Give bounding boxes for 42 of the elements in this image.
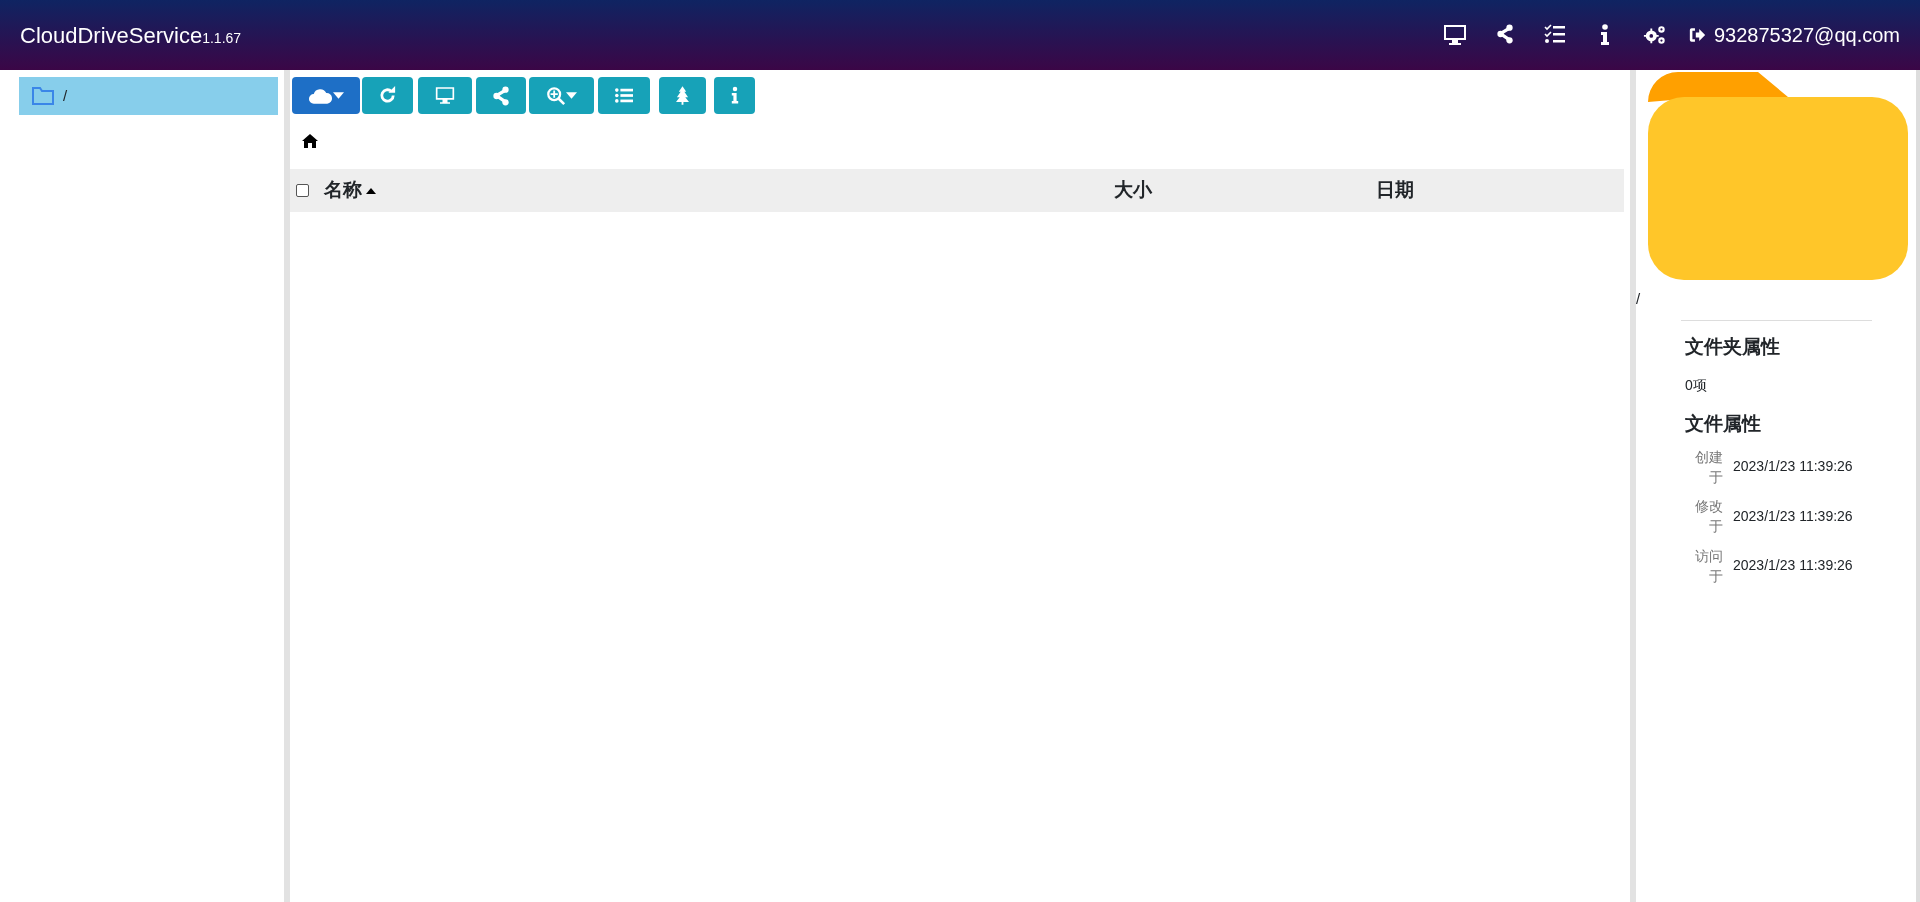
user-email[interactable]: 932875327@qq.com [1714, 20, 1900, 50]
list-button[interactable] [598, 77, 650, 114]
section-heading: 文件属性 [1685, 412, 1762, 436]
folder-icon [31, 86, 55, 106]
tree-button[interactable] [659, 77, 706, 114]
tree-item[interactable]: / [19, 77, 278, 115]
tree-icon [676, 86, 689, 105]
tasks-icon[interactable] [1543, 24, 1567, 46]
property-label: 创建于 [1694, 447, 1723, 487]
caret-icon [333, 92, 344, 99]
monitor-icon [435, 86, 455, 105]
select-all-checkbox[interactable] [296, 184, 309, 197]
monitor-button[interactable] [418, 77, 472, 114]
zoom-menu-button[interactable] [529, 77, 594, 114]
monitor-icon[interactable] [1443, 24, 1467, 46]
logout-icon[interactable] [1689, 27, 1706, 43]
share-button[interactable] [476, 77, 526, 114]
refresh-icon [378, 86, 397, 105]
column-header[interactable]: 大小 [1114, 176, 1152, 205]
cloud-icon [308, 87, 333, 104]
app-title: CloudDriveService [20, 21, 203, 50]
column-header[interactable]: 日期 [1376, 176, 1414, 205]
property-label: 访问于 [1694, 546, 1723, 586]
list-icon [615, 87, 633, 104]
version-text: 1.1.67 [202, 29, 242, 48]
info-icon [730, 86, 739, 105]
column-header[interactable]: 名称 [324, 176, 362, 205]
cloud-menu-button[interactable] [292, 77, 360, 114]
info-button[interactable] [714, 77, 755, 114]
refresh-button[interactable] [362, 77, 413, 114]
property-label: 修改于 [1694, 497, 1723, 537]
section-heading: 文件夹属性 [1685, 334, 1781, 359]
settings-icon[interactable] [1643, 24, 1667, 46]
property-value: 2023/1/23 11:39:26 [1733, 556, 1853, 576]
property-value: 2023/1/23 11:39:26 [1733, 457, 1853, 477]
caret-icon [566, 92, 577, 99]
home-icon[interactable] [302, 134, 318, 148]
zoom-icon [546, 85, 566, 106]
path-text: / [1636, 290, 1642, 306]
item-count: 0项 [1685, 376, 1708, 395]
property-value: 2023/1/23 11:39:26 [1733, 506, 1853, 526]
share-icon [492, 85, 510, 106]
